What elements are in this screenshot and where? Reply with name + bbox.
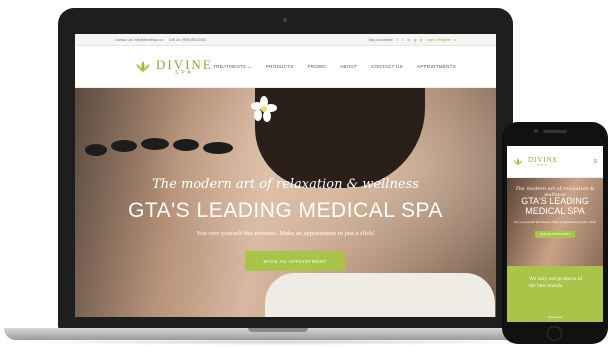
contact-phone[interactable]: Call Us: (905) 883-0000 [169, 38, 206, 42]
phone-header: DIVINE SPA ≡ [507, 146, 603, 178]
phone-hero: The modern art of relaxation & wellness … [507, 178, 603, 266]
cart-icon[interactable]: ▪ [455, 38, 456, 42]
phone-camera [534, 129, 538, 133]
nav-item-products[interactable]: PRODUCTS [266, 64, 294, 70]
twitter-icon[interactable]: t [397, 38, 398, 42]
laptop-screen: Contact Us: info@divinespa.ca Call Us: (… [75, 34, 496, 317]
hot-stones [85, 138, 235, 158]
frangipani-flower-icon [251, 96, 277, 122]
phone-hero-title-line2: MEDICAL SPA [525, 206, 585, 217]
phone-hero-subtitle: You owe yourself this moment. Make an ap… [513, 220, 597, 224]
lotus-leaf-icon [513, 157, 523, 165]
device-mockup-scene: Contact Us: info@divinespa.ca Call Us: (… [0, 0, 609, 347]
hamburger-menu-icon[interactable]: ≡ [593, 159, 597, 165]
brands-text-line2: the best brands. [529, 283, 564, 290]
site-logo[interactable]: DIVINE SPA [135, 58, 213, 76]
nav-item-promo[interactable]: PROMO [308, 64, 327, 70]
pinterest-icon[interactable]: p [420, 38, 422, 42]
laptop: Contact Us: info@divinespa.ca Call Us: (… [58, 8, 513, 330]
facebook-icon[interactable]: f [402, 38, 403, 42]
phone-hero-title-line1: GTA'S LEADING [521, 196, 589, 206]
lotus-leaf-icon [136, 60, 150, 72]
instagram-icon[interactable]: ◎ [407, 38, 410, 42]
phone-screen: DIVINE SPA ≡ The modern art of relaxatio… [507, 146, 603, 322]
phone-logo-subtitle: SPA [537, 162, 549, 167]
phone-hero-title: GTA'S LEADING MEDICAL SPA [507, 196, 603, 217]
hero-subtitle: You owe yourself this moment. Make an ap… [196, 230, 375, 237]
main-nav: TREATMENTS ⌄ PRODUCTS PROMO ABOUT CONTAC… [213, 64, 456, 70]
main-header: DIVINE SPA TREATMENTS ⌄ PRODUCTS PROMO A… [75, 46, 496, 88]
nav-item-appointments[interactable]: APPOINTMENTS [417, 64, 456, 70]
make-appointment-button[interactable]: MAKE AN APPOINTMENT [245, 251, 345, 271]
hero-banner: The modern art of relaxation & wellness … [75, 88, 496, 317]
brands-text-line1: We only use products of [529, 276, 583, 282]
phone-brands-section: We only use products of the best brands.… [507, 266, 603, 322]
nav-item-contact-us[interactable]: CONTACT US [371, 64, 403, 70]
hero-towel [265, 273, 495, 317]
phone-speaker [543, 130, 567, 133]
laptop-camera [283, 18, 287, 22]
hero-tagline: The modern art of relaxation & wellness [152, 177, 419, 192]
phone-site-logo[interactable]: DIVINE SPA [513, 156, 558, 167]
laptop-shadow [10, 339, 550, 345]
google-plus-icon[interactable]: g [414, 38, 416, 42]
stay-connected-label: Stay connected: [368, 37, 394, 42]
contact-email[interactable]: Contact Us: info@divinespa.ca [115, 38, 163, 42]
hero-title: GTA'S LEADING MEDICAL SPA [128, 199, 443, 222]
brands-text: We only use products of the best brands. [529, 276, 582, 290]
phone-footer-url[interactable]: divinespa.ca [507, 316, 603, 319]
laptop-notch [248, 328, 308, 332]
logo-subtitle: SPA [175, 69, 194, 76]
nav-item-treatments[interactable]: TREATMENTS ⌄ [213, 64, 252, 70]
phone: DIVINE SPA ≡ The modern art of relaxatio… [502, 122, 608, 344]
logo-name: DIVINE [156, 56, 213, 72]
phone-make-appointment-button[interactable]: MAKE AN APPOINTMENT [535, 231, 575, 238]
nav-item-about[interactable]: ABOUT [340, 64, 357, 70]
top-bar: Contact Us: info@divinespa.ca Call Us: (… [75, 34, 496, 46]
account-links[interactable]: Login | Register [426, 38, 450, 42]
phone-home-button[interactable] [547, 326, 562, 341]
